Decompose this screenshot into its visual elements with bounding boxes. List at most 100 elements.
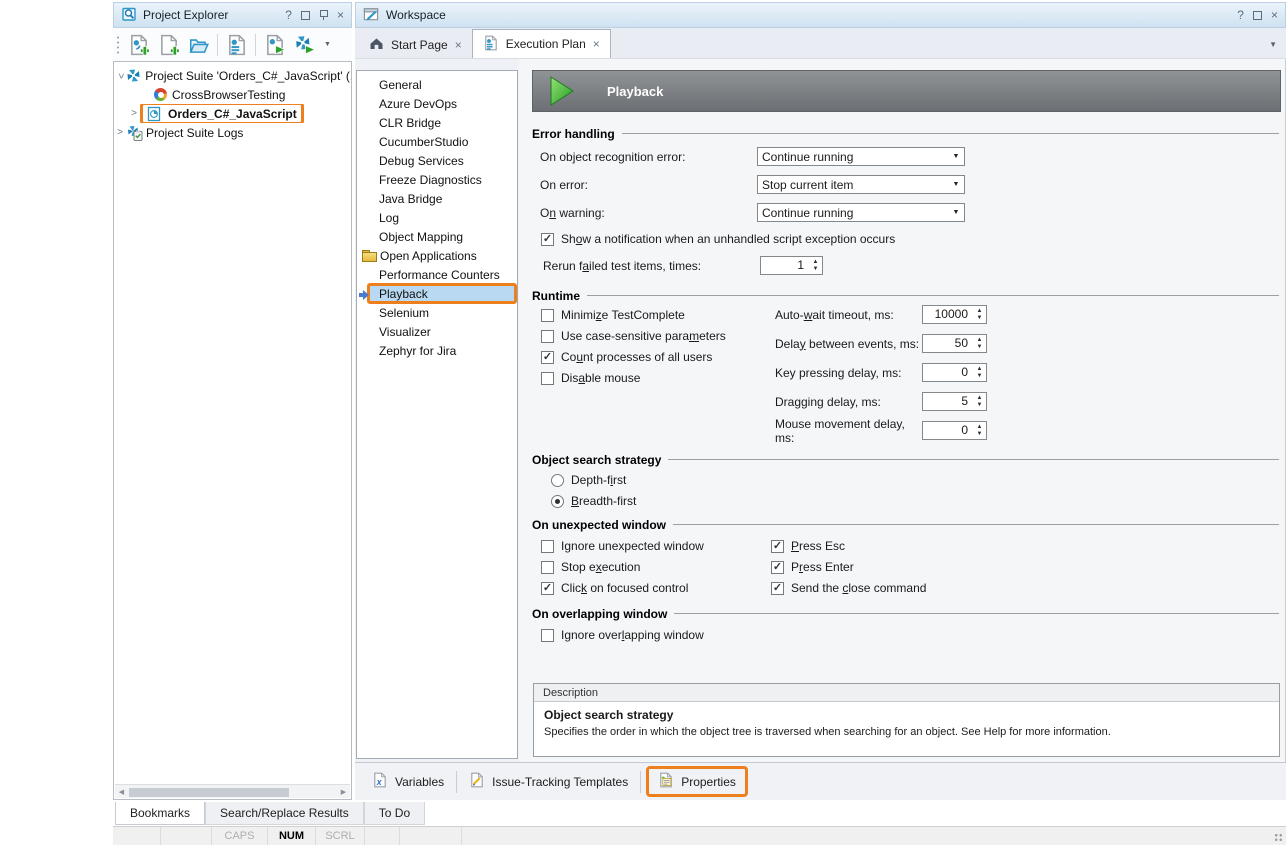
- tab-bookmarks[interactable]: Bookmarks: [115, 802, 205, 825]
- checkbox-click-on-focused-control[interactable]: ✓ Click on focused control: [541, 580, 762, 596]
- checkbox-stop-execution[interactable]: ✓ Stop execution: [541, 559, 762, 575]
- spin-up-icon[interactable]: ▲: [977, 337, 983, 344]
- checkbox-box[interactable]: ✓: [771, 561, 784, 574]
- checkbox-box[interactable]: ✓: [541, 561, 554, 574]
- on-object-recognition-error-select[interactable]: Continue running ▼: [757, 147, 965, 166]
- maximize-icon[interactable]: [1253, 11, 1262, 20]
- option-freeze-diagnostics[interactable]: Freeze Diagnostics: [357, 170, 517, 189]
- option-cucumberstudio[interactable]: CucumberStudio: [357, 132, 517, 151]
- organize-test-items-button[interactable]: [223, 31, 250, 58]
- expander-icon[interactable]: >: [128, 109, 140, 119]
- option-log[interactable]: Log: [357, 208, 517, 227]
- tree-item-crossbrowsertesting[interactable]: CrossBrowserTesting: [114, 85, 351, 104]
- tab-close-icon[interactable]: ×: [593, 38, 600, 50]
- spin-down-icon[interactable]: ▼: [977, 344, 983, 351]
- chevron-down-icon[interactable]: ▼: [948, 153, 964, 160]
- radio-depth-first[interactable]: Depth-first: [551, 472, 1281, 488]
- option-general[interactable]: General: [357, 75, 517, 94]
- spin-down-icon[interactable]: ▼: [813, 266, 819, 273]
- tab-variables[interactable]: x Variables: [362, 769, 454, 794]
- horizontal-scrollbar[interactable]: ◀ ▶: [115, 784, 350, 798]
- tab-search-replace-results[interactable]: Search/Replace Results: [205, 802, 364, 825]
- spin-down-icon[interactable]: ▼: [977, 373, 983, 380]
- option-playback-selected[interactable]: Playback: [367, 283, 517, 304]
- tab-issue-tracking-templates[interactable]: Issue-Tracking Templates: [459, 769, 638, 794]
- tree-item-project-suite[interactable]: > Project Suite 'Orders_C#_JavaScript' (…: [114, 66, 351, 85]
- tree-item-orders-project[interactable]: > Orders_C#_JavaScript: [114, 104, 351, 123]
- expander-icon[interactable]: >: [114, 128, 126, 138]
- option-open-applications[interactable]: Open Applications: [357, 246, 517, 265]
- delay-between-events-stepper[interactable]: 50 ▲▼: [922, 334, 987, 353]
- option-azure-devops[interactable]: Azure DevOps: [357, 94, 517, 113]
- rerun-times-stepper[interactable]: 1 ▲▼: [760, 256, 823, 275]
- spin-up-icon[interactable]: ▲: [977, 366, 983, 373]
- run-dropdown-caret-icon[interactable]: ▼: [321, 41, 334, 48]
- tab-properties[interactable]: Properties: [646, 766, 748, 797]
- checkbox-disable-mouse[interactable]: ✓ Disable mouse: [541, 370, 766, 386]
- open-file-button[interactable]: [185, 31, 212, 58]
- dragging-delay-stepper[interactable]: 5 ▲▼: [922, 392, 987, 411]
- checkbox-count-processes-all-users[interactable]: ✓ Count processes of all users: [541, 349, 766, 365]
- spin-down-icon[interactable]: ▼: [977, 315, 983, 322]
- spin-down-icon[interactable]: ▼: [977, 431, 983, 438]
- add-project-suite-button[interactable]: [125, 31, 152, 58]
- scroll-right-icon[interactable]: ▶: [337, 788, 350, 796]
- on-warning-select[interactable]: Continue running ▼: [757, 203, 965, 222]
- checkbox-press-esc[interactable]: ✓ Press Esc: [771, 538, 926, 554]
- spin-up-icon[interactable]: ▲: [977, 424, 983, 431]
- help-button[interactable]: ?: [285, 9, 292, 21]
- checkbox-box[interactable]: ✓: [771, 582, 784, 595]
- mouse-movement-delay-stepper[interactable]: 0 ▲▼: [922, 421, 987, 440]
- checkbox-box[interactable]: ✓: [541, 330, 554, 343]
- checkbox-ignore-overlapping-window[interactable]: ✓ Ignore overlapping window: [541, 627, 1281, 643]
- maximize-icon[interactable]: [301, 11, 310, 20]
- spin-down-icon[interactable]: ▼: [977, 402, 983, 409]
- option-java-bridge[interactable]: Java Bridge: [357, 189, 517, 208]
- auto-wait-timeout-stepper[interactable]: 10000 ▲▼: [922, 305, 987, 324]
- run-project-suite-button[interactable]: [291, 31, 318, 58]
- option-debug-services[interactable]: Debug Services: [357, 151, 517, 170]
- checkbox-box[interactable]: ✓: [541, 629, 554, 642]
- scroll-left-icon[interactable]: ◀: [115, 788, 128, 796]
- checkbox-box[interactable]: ✓: [541, 540, 554, 553]
- checkbox-send-close-command[interactable]: ✓ Send the close command: [771, 580, 926, 596]
- spin-up-icon[interactable]: ▲: [813, 259, 819, 266]
- checkbox-box[interactable]: ✓: [771, 540, 784, 553]
- option-visualizer[interactable]: Visualizer: [357, 322, 517, 341]
- scrollbar-thumb[interactable]: [129, 788, 289, 797]
- tree-item-project-suite-logs[interactable]: > Project Suite Logs: [114, 123, 351, 142]
- checkbox-box[interactable]: ✓: [541, 351, 554, 364]
- option-performance-counters[interactable]: Performance Counters: [357, 265, 517, 284]
- close-icon[interactable]: ×: [337, 9, 344, 21]
- chevron-down-icon[interactable]: ▼: [948, 209, 964, 216]
- option-selenium[interactable]: Selenium: [357, 303, 517, 322]
- close-icon[interactable]: ×: [1271, 9, 1278, 21]
- checkbox-press-enter[interactable]: ✓ Press Enter: [771, 559, 926, 575]
- tab-close-icon[interactable]: ×: [455, 39, 462, 51]
- tab-execution-plan[interactable]: Execution Plan ×: [472, 29, 611, 58]
- checkbox-minimize-testcomplete[interactable]: ✓ Minimize TestComplete: [541, 307, 766, 323]
- checkbox-case-sensitive-parameters[interactable]: ✓ Use case-sensitive parameters: [541, 328, 766, 344]
- checkbox-show-notification[interactable]: ✓ Show a notification when an unhandled …: [541, 231, 1281, 247]
- checkbox-box[interactable]: ✓: [541, 309, 554, 322]
- checkbox-box[interactable]: ✓: [541, 372, 554, 385]
- radio-button[interactable]: [551, 474, 564, 487]
- option-object-mapping[interactable]: Object Mapping: [357, 227, 517, 246]
- toolbar-grip[interactable]: [116, 35, 120, 55]
- chevron-down-icon[interactable]: ▼: [948, 181, 964, 188]
- help-button[interactable]: ?: [1237, 9, 1244, 21]
- radio-breadth-first[interactable]: Breadth-first: [551, 493, 1281, 509]
- option-zephyr-for-jira[interactable]: Zephyr for Jira: [357, 341, 517, 360]
- add-project-item-button[interactable]: [155, 31, 182, 58]
- option-clr-bridge[interactable]: CLR Bridge: [357, 113, 517, 132]
- pin-icon[interactable]: [319, 9, 328, 21]
- tab-overflow-caret-icon[interactable]: ▼: [1269, 40, 1277, 49]
- spin-up-icon[interactable]: ▲: [977, 395, 983, 402]
- key-pressing-delay-stepper[interactable]: 0 ▲▼: [922, 363, 987, 382]
- spin-up-icon[interactable]: ▲: [977, 308, 983, 315]
- on-error-select[interactable]: Stop current item ▼: [757, 175, 965, 194]
- tab-to-do[interactable]: To Do: [364, 802, 425, 825]
- expander-icon[interactable]: >: [115, 70, 125, 82]
- checkbox-box[interactable]: ✓: [541, 233, 554, 246]
- checkbox-ignore-unexpected-window[interactable]: ✓ Ignore unexpected window: [541, 538, 762, 554]
